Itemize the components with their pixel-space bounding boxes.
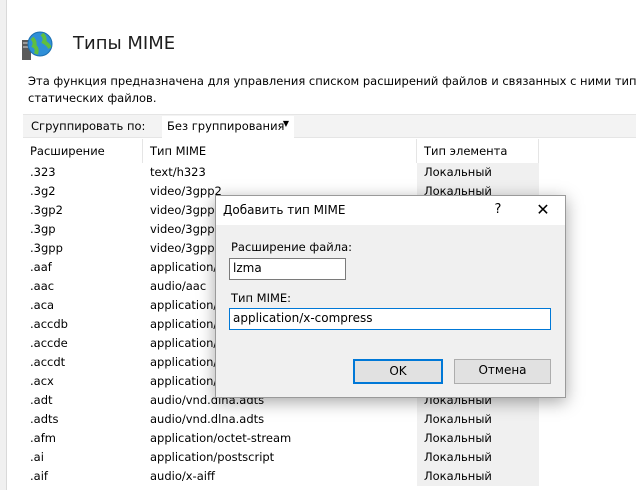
extension-input[interactable]: lzma	[229, 258, 346, 280]
cell-extension: .3gpp	[30, 241, 63, 255]
cell-extension: .aca	[30, 298, 55, 312]
help-button[interactable]: ?	[488, 201, 508, 221]
cell-extension: .accdt	[30, 355, 66, 369]
column-header-item-type[interactable]: Тип элемента	[424, 144, 507, 158]
cell-extension: .acx	[30, 374, 54, 388]
cell-item-type: Локальный	[417, 163, 539, 182]
grid-header: Расширение Тип MIME ^ Тип элемента	[23, 139, 539, 163]
cell-extension: .aaf	[30, 260, 52, 274]
cancel-button[interactable]: Отмена	[454, 359, 551, 384]
cell-extension: .aac	[30, 279, 55, 293]
mime-type-input[interactable]: application/x-compress	[229, 308, 551, 330]
close-button[interactable]: ✕	[529, 199, 557, 221]
page-title: Типы MIME	[73, 33, 176, 54]
dialog-title: Добавить тип MIME	[223, 203, 346, 217]
chevron-down-icon: ▼	[282, 119, 289, 128]
column-divider[interactable]	[538, 139, 539, 163]
page-description: Эта функция предназначена для управления…	[28, 73, 636, 107]
add-mime-type-dialog: Добавить тип MIME ? ✕ Расширение файла: …	[215, 195, 566, 398]
column-divider[interactable]	[416, 139, 417, 163]
column-header-mime-type[interactable]: Тип MIME	[150, 144, 206, 158]
cell-mime-type: video/3gpp	[150, 222, 215, 236]
cell-extension: .adt	[30, 393, 53, 407]
cell-extension: .3gp2	[30, 203, 63, 217]
cell-item-type: Локальный	[417, 448, 539, 467]
cell-mime-type: video/3gpp2	[150, 203, 222, 217]
cell-extension: .afm	[30, 431, 56, 445]
cell-item-type: Локальный	[417, 429, 539, 448]
table-row[interactable]: .ai application/postscript Локальный	[23, 448, 539, 467]
table-row[interactable]: .afm application/octet-stream Локальный	[23, 429, 539, 448]
cell-mime-type: audio/aac	[150, 279, 207, 293]
left-panel-edge	[0, 0, 7, 490]
table-row[interactable]: .aif audio/x-aiff Локальный	[23, 467, 539, 486]
cell-mime-type: video/3gpp	[150, 241, 215, 255]
cell-item-type: Локальный	[417, 467, 539, 486]
cell-mime-type: audio/x-aiff	[150, 469, 215, 483]
description-line: статических файлов.	[28, 91, 157, 105]
cell-extension: .ai	[30, 450, 44, 464]
cell-mime-type: video/3gpp2	[150, 184, 222, 198]
mime-type-field-label: Тип MIME:	[231, 291, 292, 305]
cell-extension: .3g2	[30, 184, 56, 198]
cell-extension: .3gp	[30, 222, 56, 236]
group-by-toolbar: Сгруппировать по: Без группирования ▼	[23, 114, 636, 138]
cell-extension: .adts	[30, 412, 59, 426]
cell-extension: .accde	[30, 336, 68, 350]
extension-field-label: Расширение файла:	[231, 240, 353, 254]
globe-server-icon	[22, 31, 53, 60]
ok-button[interactable]: OK	[353, 359, 443, 384]
column-divider[interactable]	[142, 139, 143, 163]
table-row[interactable]: .323 text/h323 Локальный	[23, 163, 539, 182]
dialog-titlebar[interactable]: Добавить тип MIME ? ✕	[216, 196, 565, 225]
cell-extension: .aif	[30, 469, 48, 483]
cell-item-type: Локальный	[417, 410, 539, 429]
description-line: Эта функция предназначена для управления…	[28, 74, 636, 88]
column-header-extension[interactable]: Расширение	[30, 144, 105, 158]
cell-mime-type: text/h323	[150, 165, 206, 179]
table-row[interactable]: .adts audio/vnd.dlna.adts Локальный	[23, 410, 539, 429]
cell-mime-type: application/postscript	[150, 450, 275, 464]
group-by-label: Сгруппировать по:	[31, 119, 146, 133]
cell-mime-type: audio/vnd.dlna.adts	[150, 412, 265, 426]
cell-extension: .accdb	[30, 317, 68, 331]
group-by-value: Без группирования	[167, 119, 285, 133]
cell-extension: .323	[30, 165, 56, 179]
group-by-dropdown[interactable]: Без группирования ▼	[162, 116, 294, 138]
cell-mime-type: application/octet-stream	[150, 431, 292, 445]
